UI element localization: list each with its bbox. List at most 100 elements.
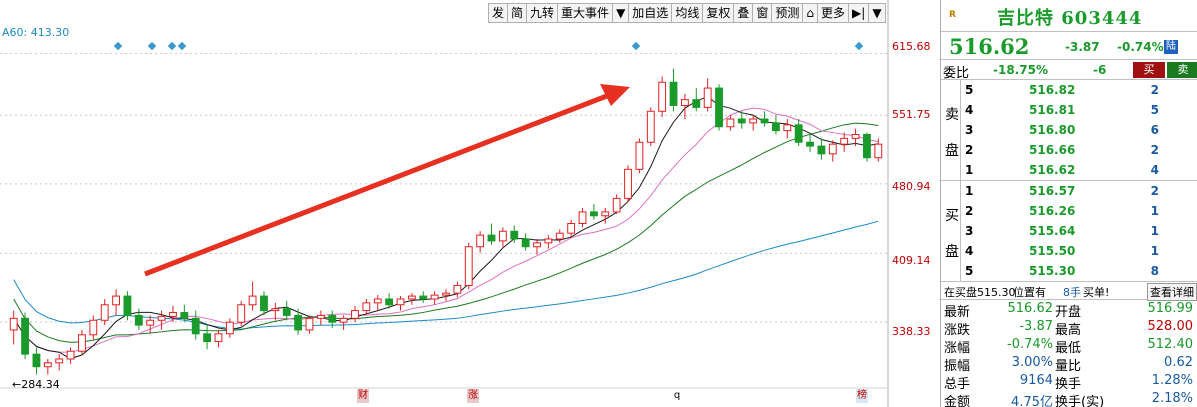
ask-px: 516.66 [1029, 143, 1076, 157]
bid-px: 515.30 [1029, 264, 1076, 278]
toolbar-button-2[interactable]: 九转 [527, 4, 559, 22]
toolbar-button-9[interactable]: 窗 [753, 4, 773, 22]
stats-row: 金额 4.75亿 换手(实) 2.18% [941, 390, 1197, 407]
candle-body [589, 211, 598, 217]
ask-vol: 5 [1150, 103, 1159, 117]
toolbar-button-3[interactable]: 重大事件 [558, 4, 614, 22]
ma60-line [13, 220, 879, 330]
kline-chart[interactable]: 发简九转 重大事件 ▼ 加自选 均线 复权叠窗预测 ⌂ 更多 ▶| ▼ A60: 413.30 6… [0, 0, 940, 407]
quote-panel: R 吉比特 603444 516.62 -3.87 -0.74% 陆 委比 -1… [940, 0, 1197, 407]
candle-body [533, 242, 541, 248]
candle-body [567, 223, 576, 234]
toolbar-button-4[interactable]: ▼ [613, 4, 630, 22]
candle-body [737, 118, 746, 124]
ask-px: 516.62 [1029, 163, 1076, 177]
candle-body [89, 319, 98, 336]
buy-button[interactable]: 买 [1133, 62, 1165, 78]
toolbar-button-5[interactable]: 加自选 [629, 4, 673, 22]
bid-row[interactable]: 1 516.57 2 [961, 181, 1197, 201]
stats-row: 涨跌 -3.87 最高 528.00 [941, 318, 1197, 338]
bid-book: 买 盘 1 516.57 2 2 516.26 1 3 515.64 1 4 515.50 1 5 515… [941, 181, 1197, 282]
stats-v2: 512.40 [1147, 337, 1194, 352]
candle-body [658, 81, 667, 112]
ask-row[interactable]: 3 516.80 6 [961, 120, 1197, 140]
stats-table: 最新 516.62 开盘 516.99 涨跌 -3.87 最高 528.00 涨幅 -0.74% 最… [941, 300, 1197, 407]
ask-px: 516.80 [1029, 123, 1076, 137]
candle-body [180, 312, 189, 319]
event-diamond-icon [631, 41, 641, 51]
sell-button[interactable]: 卖 [1167, 62, 1197, 78]
price-change-pct: -0.74% [1117, 40, 1164, 54]
toolbar-button-12[interactable]: 更多 [818, 4, 850, 22]
bid-lv: 4 [965, 244, 974, 258]
candle-body [510, 230, 519, 240]
candle-body [78, 334, 86, 352]
candle-body [863, 133, 871, 159]
bid-lv: 1 [965, 184, 974, 198]
toolbar-button-11[interactable]: ⌂ [803, 4, 819, 22]
candle-body [123, 295, 132, 316]
candle-body [624, 168, 632, 199]
bid-row[interactable]: 5 515.30 8 [961, 261, 1197, 281]
low-price-annotation: ←284.34 [12, 378, 60, 391]
bid-row[interactable]: 2 516.26 1 [961, 201, 1197, 221]
event-diamond-icon [113, 41, 123, 51]
ask-px: 516.82 [1029, 83, 1076, 97]
ask-row[interactable]: 2 516.66 2 [961, 140, 1197, 160]
toolbar-button-13[interactable]: ▶| [849, 4, 870, 22]
stats-v2: 516.99 [1147, 301, 1194, 316]
candle-body [828, 143, 837, 155]
event-diamond-icon [854, 41, 864, 51]
candle-body [476, 234, 485, 248]
bid-px: 515.64 [1029, 224, 1076, 238]
toolbar-button-10[interactable]: 预测 [772, 4, 804, 22]
toolbar-button-7[interactable]: 复权 [703, 4, 735, 22]
bid-px: 515.50 [1029, 244, 1076, 258]
bid-lv: 5 [965, 264, 974, 278]
ask-row[interactable]: 4 516.81 5 [961, 100, 1197, 120]
bid-vol: 1 [1150, 244, 1159, 258]
ask-lv: 5 [965, 83, 974, 97]
lu-badge[interactable]: 陆 [1164, 40, 1178, 54]
bid-lv: 3 [965, 224, 974, 238]
toolbar-button-14[interactable]: ▼ [869, 4, 884, 22]
candle-body [112, 295, 120, 306]
stats-row: 振幅 3.00% 量比 0.62 [941, 354, 1197, 374]
bid-row[interactable]: 4 515.50 1 [961, 241, 1197, 261]
price-tick-5: 338.33 [892, 325, 931, 338]
candle-body [783, 124, 792, 132]
toolbar-button-0[interactable]: 发 [489, 4, 509, 22]
candle-body [453, 284, 462, 294]
event-marker-ranking[interactable]: 榜 [856, 389, 868, 403]
ask-book: 卖 盘 5 516.82 2 4 516.81 5 3 516.80 6 2 516.66 2 1 516… [941, 80, 1197, 181]
candle-body [100, 304, 109, 321]
candle-body [373, 298, 382, 304]
ask-vol: 2 [1150, 83, 1159, 97]
stock-header: R 吉比特 603444 [941, 0, 1197, 32]
candle-body [351, 310, 359, 319]
event-diamond-icon [147, 41, 157, 51]
ask-row[interactable]: 5 516.82 2 [961, 80, 1197, 100]
event-marker-finance[interactable]: 财 [357, 389, 369, 403]
ask-row[interactable]: 1 516.62 4 [961, 160, 1197, 180]
toolbar-button-8[interactable]: 叠 [734, 4, 754, 22]
candle-body [316, 314, 325, 319]
candle-body [407, 295, 416, 300]
event-marker-q[interactable]: q [671, 389, 683, 403]
bid-vol: 1 [1150, 224, 1159, 238]
order-note: 在买盘515.30 位置有 8手 买单! 查看详细 [941, 282, 1197, 301]
candle-body [635, 141, 644, 170]
view-detail-button[interactable]: 查看详细 [1147, 283, 1197, 301]
candle-body [692, 99, 701, 108]
bid-row[interactable]: 3 515.64 1 [961, 221, 1197, 241]
price-tick-4: 409.14 [892, 254, 931, 267]
candle-body [669, 81, 678, 106]
toolbar-button-6[interactable]: 均线 [672, 4, 704, 22]
candle-body [794, 124, 803, 143]
toolbar-button-1[interactable]: 简 [508, 4, 528, 22]
event-marker-limit-up[interactable]: 涨 [467, 389, 479, 403]
ma60-label: A60: 413.30 [2, 26, 70, 39]
weibi-diff: -6 [1093, 63, 1107, 77]
quote-line: 516.62 -3.87 -0.74% 陆 [941, 32, 1197, 60]
candle-body [749, 118, 758, 124]
